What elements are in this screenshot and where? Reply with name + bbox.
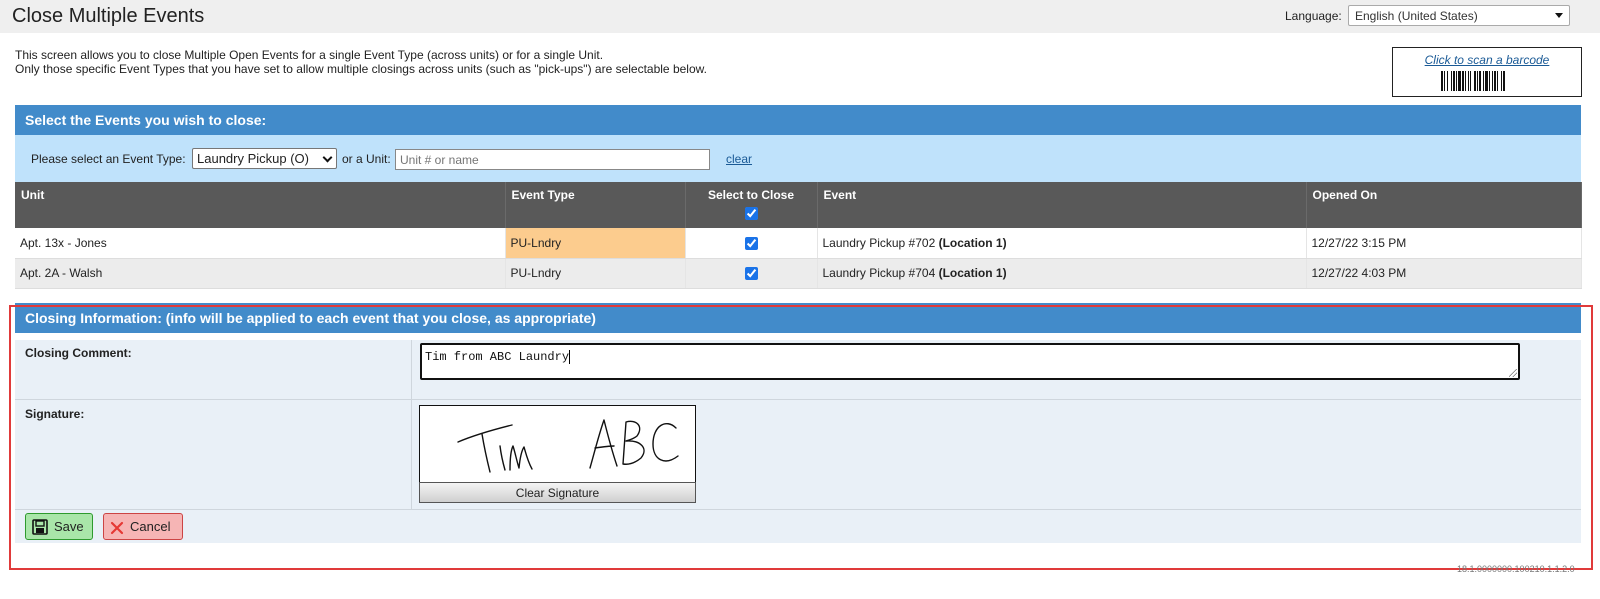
event-name: Laundry Pickup #702	[822, 235, 936, 250]
barcode-bar	[1483, 71, 1484, 91]
table-row: Apt. 13x - Jones PU-Lndry Laundry Pickup…	[15, 228, 1582, 259]
barcode-bar	[1456, 71, 1457, 91]
barcode-bar	[1462, 71, 1464, 91]
page-title: Close Multiple Events	[12, 5, 205, 27]
column-header-opened[interactable]: Opened On	[1306, 182, 1582, 228]
clear-filter-link[interactable]: clear	[726, 152, 752, 166]
barcode-bar	[1489, 71, 1490, 91]
cell-opened: 12/27/22 3:15 PM	[1306, 228, 1582, 259]
column-header-select: Select to Close	[685, 182, 818, 228]
cell-unit: Apt. 13x - Jones	[15, 228, 506, 259]
barcode-bar	[1503, 71, 1505, 91]
select-to-close-label: Select to Close	[707, 188, 795, 202]
barcode-bar	[1453, 71, 1455, 91]
row-select-checkbox[interactable]	[744, 236, 758, 250]
unit-label: or a Unit:	[342, 152, 391, 166]
select-all-checkbox[interactable]	[744, 207, 758, 221]
intro-text: This screen allows you to close Multiple…	[15, 48, 707, 76]
barcode-bar	[1441, 71, 1443, 91]
column-header-unit[interactable]: Unit	[15, 182, 506, 228]
highlight-frame	[9, 305, 1593, 570]
chevron-down-icon	[322, 152, 333, 163]
event-name: Laundry Pickup #704	[822, 266, 936, 280]
row-select-checkbox[interactable]	[744, 267, 758, 281]
language-label: Language:	[1285, 9, 1342, 23]
column-header-event-type[interactable]: Event Type	[505, 182, 686, 228]
event-type-value: Laundry Pickup (O)	[197, 151, 309, 166]
scan-barcode-link[interactable]: Click to scan a barcode	[1393, 53, 1581, 67]
event-type-label: Please select an Event Type:	[31, 152, 186, 166]
language-select[interactable]: English (United States)	[1348, 5, 1570, 26]
barcode-bar	[1444, 71, 1445, 91]
language-value: English (United States)	[1355, 9, 1478, 23]
barcode-bar	[1465, 71, 1466, 91]
chevron-down-icon	[1555, 13, 1563, 18]
barcode-bar	[1479, 71, 1481, 91]
cell-opened: 12/27/22 4:03 PM	[1306, 258, 1582, 289]
barcode-bar	[1470, 71, 1471, 91]
intro-line-2: Only those specific Event Types that you…	[15, 62, 707, 76]
unit-search-input[interactable]	[395, 149, 710, 170]
cell-select	[685, 258, 818, 289]
barcode-icon	[1441, 71, 1505, 91]
barcode-bar	[1501, 71, 1502, 91]
cell-event: Laundry Pickup #704 (Location 1)	[817, 258, 1307, 289]
intro-line-1: This screen allows you to close Multiple…	[15, 48, 604, 62]
column-header-event[interactable]: Event	[817, 182, 1307, 228]
cell-select	[685, 228, 818, 259]
barcode-bar	[1468, 71, 1469, 91]
cell-event-type: PU-Lndry	[505, 228, 686, 259]
cell-event-type: PU-Lndry	[505, 258, 686, 289]
table-row: Apt. 2A - Walsh PU-Lndry Laundry Pickup …	[15, 258, 1582, 289]
barcode-bar	[1492, 71, 1493, 91]
events-table: Unit Event Type Select to Close Event Op…	[15, 182, 1582, 289]
barcode-bar	[1451, 71, 1452, 91]
cell-unit: Apt. 2A - Walsh	[15, 258, 506, 289]
barcode-bar	[1494, 71, 1496, 91]
barcode-bar	[1474, 71, 1476, 91]
barcode-bar	[1458, 71, 1461, 91]
cell-event: Laundry Pickup #702 (Location 1)	[817, 228, 1307, 259]
barcode-bar	[1477, 71, 1478, 91]
event-location: (Location 1)	[938, 235, 1007, 250]
table-header-row: Unit Event Type Select to Close Event Op…	[15, 182, 1582, 228]
event-type-select[interactable]: Laundry Pickup (O)	[192, 148, 337, 169]
barcode-bar	[1447, 71, 1448, 91]
select-events-header: Select the Events you wish to close:	[15, 105, 1581, 135]
barcode-scan-box[interactable]: Click to scan a barcode	[1392, 47, 1582, 97]
barcode-bar	[1497, 71, 1498, 91]
filter-bar: Please select an Event Type: Laundry Pic…	[15, 135, 1581, 182]
event-location: (Location 1)	[938, 266, 1007, 280]
barcode-bar	[1485, 71, 1488, 91]
version-text: 18.1.0000000.100210.1.1.2.0	[1457, 564, 1575, 574]
